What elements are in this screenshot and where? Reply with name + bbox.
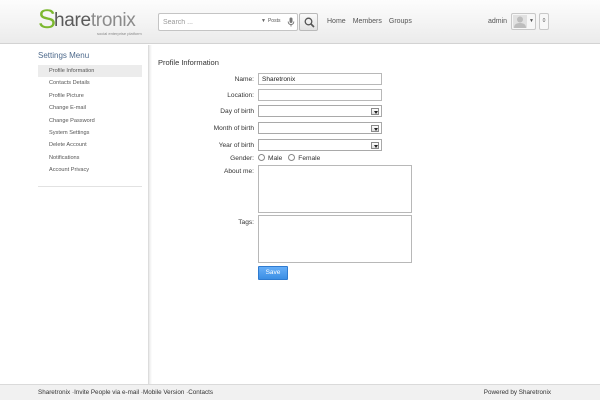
dropdown-arrow-icon — [371, 124, 379, 132]
top-header: S haretronix social enterprise platform … — [0, 0, 600, 44]
gender-male-label: Male — [268, 155, 283, 162]
chevron-down-icon: ▼ — [529, 18, 534, 24]
user-name[interactable]: admin — [488, 18, 507, 25]
name-label: Name: — [234, 76, 254, 83]
footer: Sharetronix ·Invite People via e-mail ·M… — [0, 384, 600, 400]
settings-menu: Profile Information Contacts Details Pro… — [38, 65, 142, 177]
about-me-label: About me: — [223, 168, 254, 175]
nav-home-link[interactable]: Home — [327, 18, 346, 25]
sidebar-item-notifications[interactable]: Notifications — [38, 152, 142, 164]
footer-link-sharetronix[interactable]: Sharetronix — [38, 389, 70, 396]
dropdown-arrow-icon — [371, 107, 379, 115]
settings-sidebar: Settings Menu Profile Information Contac… — [0, 45, 149, 384]
logo-tagline: social enterprise platform — [97, 31, 142, 36]
search-scope-label: Posts — [267, 18, 281, 24]
year-of-birth-select[interactable] — [258, 139, 382, 151]
sidebar-item-change-password[interactable]: Change Password — [38, 115, 142, 127]
sidebar-item-change-email[interactable]: Change E-mail — [38, 102, 142, 114]
footer-link-invite[interactable]: Invite People via e-mail — [74, 389, 139, 396]
about-me-textarea[interactable] — [258, 165, 412, 213]
avatar — [513, 15, 527, 28]
radio-circle-icon — [288, 154, 296, 161]
month-of-birth-select[interactable] — [258, 122, 382, 134]
footer-link-mobile[interactable]: Mobile Version — [143, 389, 184, 396]
profile-form: Profile Information Name: Location: Day … — [150, 45, 600, 384]
nav-members-link[interactable]: Members — [353, 18, 382, 25]
search-icon — [304, 17, 315, 28]
search-input[interactable] — [159, 14, 255, 30]
search-button[interactable] — [299, 13, 318, 31]
logo-text-accent: tronix — [90, 10, 136, 31]
page-title: Profile Information — [158, 58, 219, 67]
top-nav: Home Members Groups — [327, 18, 419, 25]
day-of-birth-label: Day of birth — [220, 108, 254, 115]
sidebar-title: Settings Menu — [38, 51, 90, 60]
microphone-icon[interactable] — [287, 17, 295, 27]
year-of-birth-label: Year of birth — [218, 142, 254, 149]
gender-options: Male Female — [258, 154, 326, 162]
dropdown-arrow-icon — [371, 141, 379, 149]
gender-female-label: Female — [298, 155, 321, 162]
tags-textarea[interactable] — [258, 215, 412, 263]
gender-female-radio[interactable]: Female — [288, 154, 321, 162]
name-field[interactable] — [258, 73, 382, 85]
sidebar-item-contacts-details[interactable]: Contacts Details — [38, 77, 142, 89]
logo-text-main: hare — [54, 10, 91, 31]
user-silhouette-icon — [514, 16, 526, 28]
tags-label: Tags: — [238, 219, 254, 226]
location-label: Location: — [227, 92, 254, 99]
nav-groups-link[interactable]: Groups — [389, 18, 412, 25]
sidebar-item-profile-picture[interactable]: Profile Picture — [38, 90, 142, 102]
gender-label: Gender: — [230, 155, 254, 162]
sidebar-divider — [38, 186, 142, 187]
month-of-birth-label: Month of birth — [213, 125, 254, 132]
radio-circle-icon — [258, 154, 265, 161]
powered-by: Powered by Sharetronix — [483, 389, 551, 396]
sidebar-item-profile-information[interactable]: Profile Information — [38, 65, 142, 78]
sidebar-item-account-privacy[interactable]: Account Privacy — [38, 164, 142, 176]
chevron-down-icon: ▼ — [261, 18, 266, 24]
sidebar-item-delete-account[interactable]: Delete Account — [38, 139, 142, 151]
footer-links: Sharetronix ·Invite People via e-mail ·M… — [38, 389, 213, 396]
gender-male-radio[interactable]: Male — [258, 154, 283, 162]
day-of-birth-select[interactable] — [258, 105, 382, 117]
logo-wordmark: haretronix — [54, 11, 136, 31]
search-box: ▼Posts — [158, 13, 298, 31]
save-button[interactable]: Save — [258, 266, 288, 280]
footer-link-contacts[interactable]: Contacts — [188, 389, 213, 396]
search-scope-dropdown[interactable]: ▼ Posts — [261, 18, 280, 24]
location-field[interactable] — [258, 89, 382, 101]
notification-count[interactable]: 0 — [539, 13, 549, 30]
user-menu-button[interactable]: ▼ — [511, 13, 536, 30]
sidebar-item-system-settings[interactable]: System Settings — [38, 127, 142, 139]
